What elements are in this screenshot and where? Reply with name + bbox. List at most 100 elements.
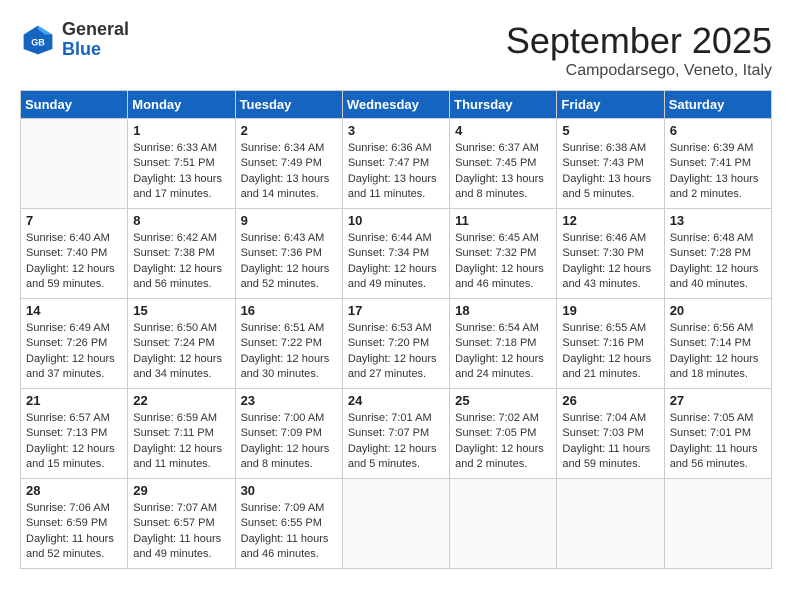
day-info: Sunrise: 6:37 AM Sunset: 7:45 PM Dayligh…: [455, 141, 551, 203]
calendar-cell: 2 Sunrise: 6:34 AM Sunset: 7:49 PM Daylig…: [235, 119, 342, 209]
calendar-cell: [557, 479, 664, 569]
day-info: Sunrise: 7:01 AM Sunset: 7:07 PM Dayligh…: [348, 411, 444, 473]
day-info: Sunrise: 6:45 AM Sunset: 7:32 PM Dayligh…: [455, 231, 551, 293]
day-number: 29: [133, 483, 229, 498]
day-info: Sunrise: 6:57 AM Sunset: 7:13 PM Dayligh…: [26, 411, 122, 473]
day-number: 22: [133, 393, 229, 408]
day-info: Sunrise: 7:07 AM Sunset: 6:57 PM Dayligh…: [133, 501, 229, 563]
day-info: Sunrise: 7:00 AM Sunset: 7:09 PM Dayligh…: [241, 411, 337, 473]
calendar-cell: [342, 479, 449, 569]
day-info: Sunrise: 6:34 AM Sunset: 7:49 PM Dayligh…: [241, 141, 337, 203]
day-info: Sunrise: 7:06 AM Sunset: 6:59 PM Dayligh…: [26, 501, 122, 563]
calendar-cell: 7 Sunrise: 6:40 AM Sunset: 7:40 PM Daylig…: [21, 209, 128, 299]
day-info: Sunrise: 6:54 AM Sunset: 7:18 PM Dayligh…: [455, 321, 551, 383]
week-row-3: 14 Sunrise: 6:49 AM Sunset: 7:26 PM Dayli…: [21, 299, 772, 389]
day-number: 1: [133, 123, 229, 138]
calendar-cell: 25 Sunrise: 7:02 AM Sunset: 7:05 PM Dayli…: [450, 389, 557, 479]
calendar-cell: 27 Sunrise: 7:05 AM Sunset: 7:01 PM Dayli…: [664, 389, 771, 479]
calendar-cell: 30Sunrise: 7:09 AM Sunset: 6:55 PM Dayli…: [235, 479, 342, 569]
calendar-cell: 5 Sunrise: 6:38 AM Sunset: 7:43 PM Daylig…: [557, 119, 664, 209]
day-number: 19: [562, 303, 658, 318]
day-number: 2: [241, 123, 337, 138]
day-info: Sunrise: 6:44 AM Sunset: 7:34 PM Dayligh…: [348, 231, 444, 293]
calendar-cell: 28Sunrise: 7:06 AM Sunset: 6:59 PM Dayli…: [21, 479, 128, 569]
day-info: Sunrise: 6:42 AM Sunset: 7:38 PM Dayligh…: [133, 231, 229, 293]
calendar-cell: [450, 479, 557, 569]
day-number: 18: [455, 303, 551, 318]
day-info: Sunrise: 6:39 AM Sunset: 7:41 PM Dayligh…: [670, 141, 766, 203]
week-row-5: 28Sunrise: 7:06 AM Sunset: 6:59 PM Dayli…: [21, 479, 772, 569]
day-info: Sunrise: 7:04 AM Sunset: 7:03 PM Dayligh…: [562, 411, 658, 473]
calendar-cell: 6 Sunrise: 6:39 AM Sunset: 7:41 PM Daylig…: [664, 119, 771, 209]
day-info: Sunrise: 6:56 AM Sunset: 7:14 PM Dayligh…: [670, 321, 766, 383]
calendar-cell: 12Sunrise: 6:46 AM Sunset: 7:30 PM Dayli…: [557, 209, 664, 299]
calendar-cell: 22 Sunrise: 6:59 AM Sunset: 7:11 PM Dayli…: [128, 389, 235, 479]
day-number: 23: [241, 393, 337, 408]
calendar-cell: 23 Sunrise: 7:00 AM Sunset: 7:09 PM Dayli…: [235, 389, 342, 479]
calendar-cell: 29 Sunrise: 7:07 AM Sunset: 6:57 PM Dayli…: [128, 479, 235, 569]
day-number: 20: [670, 303, 766, 318]
day-info: Sunrise: 6:49 AM Sunset: 7:26 PM Dayligh…: [26, 321, 122, 383]
day-info: Sunrise: 6:59 AM Sunset: 7:11 PM Dayligh…: [133, 411, 229, 473]
day-info: Sunrise: 6:33 AM Sunset: 7:51 PM Dayligh…: [133, 141, 229, 203]
calendar-header-row: SundayMondayTuesdayWednesdayThursdayFrid…: [21, 91, 772, 119]
day-info: Sunrise: 7:05 AM Sunset: 7:01 PM Dayligh…: [670, 411, 766, 473]
day-info: Sunrise: 6:53 AM Sunset: 7:20 PM Dayligh…: [348, 321, 444, 383]
calendar-cell: 4 Sunrise: 6:37 AM Sunset: 7:45 PM Daylig…: [450, 119, 557, 209]
calendar-cell: [21, 119, 128, 209]
day-header-tuesday: Tuesday: [235, 91, 342, 119]
logo-icon: GB: [20, 22, 56, 58]
title-area: September 2025 Campodarsego, Veneto, Ita…: [506, 20, 772, 80]
day-info: Sunrise: 6:36 AM Sunset: 7:47 PM Dayligh…: [348, 141, 444, 203]
calendar-cell: 10 Sunrise: 6:44 AM Sunset: 7:34 PM Dayli…: [342, 209, 449, 299]
day-header-thursday: Thursday: [450, 91, 557, 119]
week-row-2: 7 Sunrise: 6:40 AM Sunset: 7:40 PM Daylig…: [21, 209, 772, 299]
logo-text: General Blue: [62, 20, 129, 60]
day-number: 12: [562, 213, 658, 228]
day-number: 10: [348, 213, 444, 228]
day-number: 13: [670, 213, 766, 228]
week-row-1: 1 Sunrise: 6:33 AM Sunset: 7:51 PM Daylig…: [21, 119, 772, 209]
day-header-wednesday: Wednesday: [342, 91, 449, 119]
day-number: 4: [455, 123, 551, 138]
day-number: 16: [241, 303, 337, 318]
day-number: 25: [455, 393, 551, 408]
day-header-monday: Monday: [128, 91, 235, 119]
day-number: 15: [133, 303, 229, 318]
day-info: Sunrise: 7:09 AM Sunset: 6:55 PM Dayligh…: [241, 501, 337, 563]
day-header-friday: Friday: [557, 91, 664, 119]
day-info: Sunrise: 6:48 AM Sunset: 7:28 PM Dayligh…: [670, 231, 766, 293]
day-number: 3: [348, 123, 444, 138]
calendar-cell: 18 Sunrise: 6:54 AM Sunset: 7:18 PM Dayli…: [450, 299, 557, 389]
day-info: Sunrise: 6:51 AM Sunset: 7:22 PM Dayligh…: [241, 321, 337, 383]
logo: GB General Blue: [20, 20, 129, 60]
day-info: Sunrise: 6:38 AM Sunset: 7:43 PM Dayligh…: [562, 141, 658, 203]
calendar-cell: 21 Sunrise: 6:57 AM Sunset: 7:13 PM Dayli…: [21, 389, 128, 479]
day-number: 17: [348, 303, 444, 318]
calendar-cell: 1 Sunrise: 6:33 AM Sunset: 7:51 PM Daylig…: [128, 119, 235, 209]
calendar-cell: 13 Sunrise: 6:48 AM Sunset: 7:28 PM Dayli…: [664, 209, 771, 299]
day-number: 8: [133, 213, 229, 228]
day-number: 6: [670, 123, 766, 138]
calendar-cell: 16 Sunrise: 6:51 AM Sunset: 7:22 PM Dayli…: [235, 299, 342, 389]
day-info: Sunrise: 6:40 AM Sunset: 7:40 PM Dayligh…: [26, 231, 122, 293]
day-number: 14: [26, 303, 122, 318]
calendar-cell: 24Sunrise: 7:01 AM Sunset: 7:07 PM Dayli…: [342, 389, 449, 479]
calendar-cell: 26Sunrise: 7:04 AM Sunset: 7:03 PM Dayli…: [557, 389, 664, 479]
calendar-cell: 8 Sunrise: 6:42 AM Sunset: 7:38 PM Daylig…: [128, 209, 235, 299]
day-header-saturday: Saturday: [664, 91, 771, 119]
day-info: Sunrise: 7:02 AM Sunset: 7:05 PM Dayligh…: [455, 411, 551, 473]
calendar-cell: 3 Sunrise: 6:36 AM Sunset: 7:47 PM Daylig…: [342, 119, 449, 209]
location-subtitle: Campodarsego, Veneto, Italy: [506, 62, 772, 80]
svg-text:GB: GB: [31, 37, 45, 47]
month-title: September 2025: [506, 20, 772, 62]
calendar-cell: 17 Sunrise: 6:53 AM Sunset: 7:20 PM Dayli…: [342, 299, 449, 389]
day-number: 5: [562, 123, 658, 138]
day-number: 27: [670, 393, 766, 408]
day-number: 21: [26, 393, 122, 408]
calendar-table: SundayMondayTuesdayWednesdayThursdayFrid…: [20, 90, 772, 569]
week-row-4: 21 Sunrise: 6:57 AM Sunset: 7:13 PM Dayli…: [21, 389, 772, 479]
day-number: 7: [26, 213, 122, 228]
calendar-cell: 11Sunrise: 6:45 AM Sunset: 7:32 PM Dayli…: [450, 209, 557, 299]
calendar-cell: 19Sunrise: 6:55 AM Sunset: 7:16 PM Dayli…: [557, 299, 664, 389]
